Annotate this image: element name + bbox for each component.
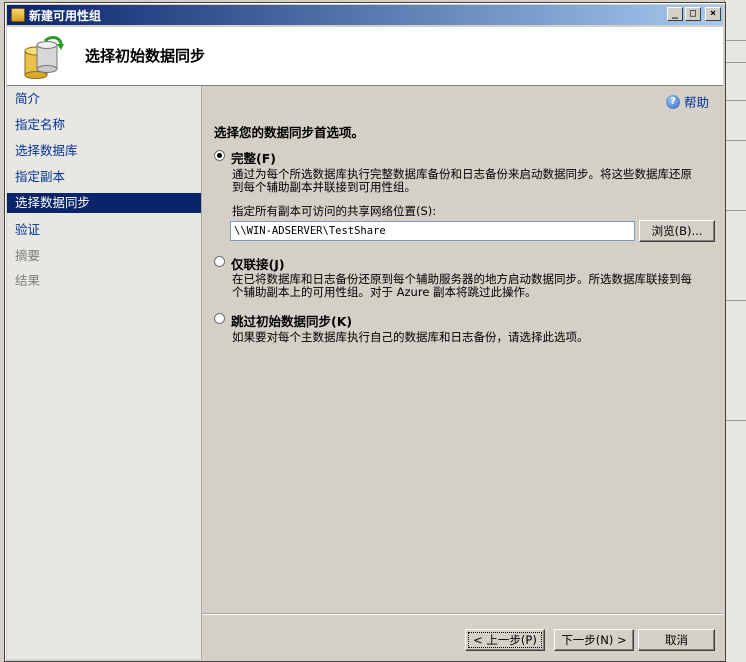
option-join-only-desc-line2: 个辅助副本上的可用性组。对于 Azure 副本将跳过此操作。 [232, 285, 537, 299]
title-bar[interactable]: 新建可用性组 _ □ × [7, 5, 723, 25]
minimize-button[interactable]: _ [667, 7, 683, 21]
app-icon [11, 8, 25, 22]
option-full-label[interactable]: 完整(F) [231, 148, 276, 167]
help-icon: ? [665, 94, 680, 109]
maximize-button[interactable]: □ [685, 7, 701, 21]
wizard-window: 新建可用性组 _ □ × 选择初始数据同步 简介 指定名称 选择数据库 指定副本… [4, 2, 726, 662]
back-button[interactable]: < 上一步(P) [465, 629, 545, 651]
radio-full[interactable] [214, 150, 225, 161]
help-link[interactable]: ? 帮助 [665, 92, 709, 111]
nav-item-select-databases[interactable]: 选择数据库 [7, 141, 201, 161]
wizard-content: ? 帮助 选择您的数据同步首选项。 完整(F) 通过为每个所选数据库执行完整数据… [202, 86, 723, 659]
cancel-button[interactable]: 取消 [638, 629, 715, 651]
window-controls: _ □ × [667, 7, 721, 21]
nav-item-validation[interactable]: 验证 [7, 220, 201, 240]
browse-button[interactable]: 浏览(B)... [639, 220, 715, 242]
nav-item-specify-name[interactable]: 指定名称 [7, 115, 201, 135]
wizard-nav: 简介 指定名称 选择数据库 指定副本 选择数据同步 验证 摘要 结果 [7, 86, 202, 659]
next-button[interactable]: 下一步(N) > [554, 629, 634, 651]
footer-divider [202, 613, 723, 615]
nav-item-summary: 摘要 [15, 248, 41, 263]
window-title: 新建可用性组 [29, 8, 102, 23]
option-skip-sync-desc: 如果要对每个主数据库执行自己的数据库和日志备份，请选择此选项。 [232, 331, 718, 344]
close-button[interactable]: × [705, 7, 721, 21]
help-label: 帮助 [683, 95, 709, 110]
nav-item-specify-replicas[interactable]: 指定副本 [7, 167, 201, 187]
background-window-edge [724, 0, 746, 662]
share-location-label: 指定所有副本可访问的共享网络位置(S): [232, 204, 437, 218]
page-title: 选择初始数据同步 [85, 47, 206, 65]
database-sync-icon [24, 36, 64, 79]
option-full-desc-line2: 到每个辅助副本并联接到可用性组。 [232, 180, 416, 194]
nav-item-select-data-sync[interactable]: 选择数据同步 [7, 193, 201, 213]
option-full-desc: 通过为每个所选数据库执行完整数据库备份和日志备份来启动数据同步。将这些数据库还原… [232, 168, 718, 194]
option-skip-sync-label[interactable]: 跳过初始数据同步(K) [231, 311, 352, 330]
wizard-header: 选择初始数据同步 [7, 27, 723, 86]
option-skip-sync-desc-line1: 如果要对每个主数据库执行自己的数据库和日志备份，请选择此选项。 [232, 330, 589, 344]
option-join-only-label[interactable]: 仅联接(J) [231, 254, 285, 273]
radio-join-only[interactable] [214, 256, 225, 267]
nav-item-results: 结果 [15, 273, 41, 288]
share-location-input[interactable]: \\WIN-ADSERVER\TestShare [230, 221, 635, 241]
sync-prompt: 选择您的数据同步首选项。 [214, 125, 365, 140]
radio-skip-sync[interactable] [214, 313, 225, 324]
nav-item-intro[interactable]: 简介 [7, 89, 201, 109]
option-join-only-desc: 在已将数据库和日志备份还原到每个辅助服务器的地方启动数据同步。所选数据库联接到每… [232, 273, 718, 299]
